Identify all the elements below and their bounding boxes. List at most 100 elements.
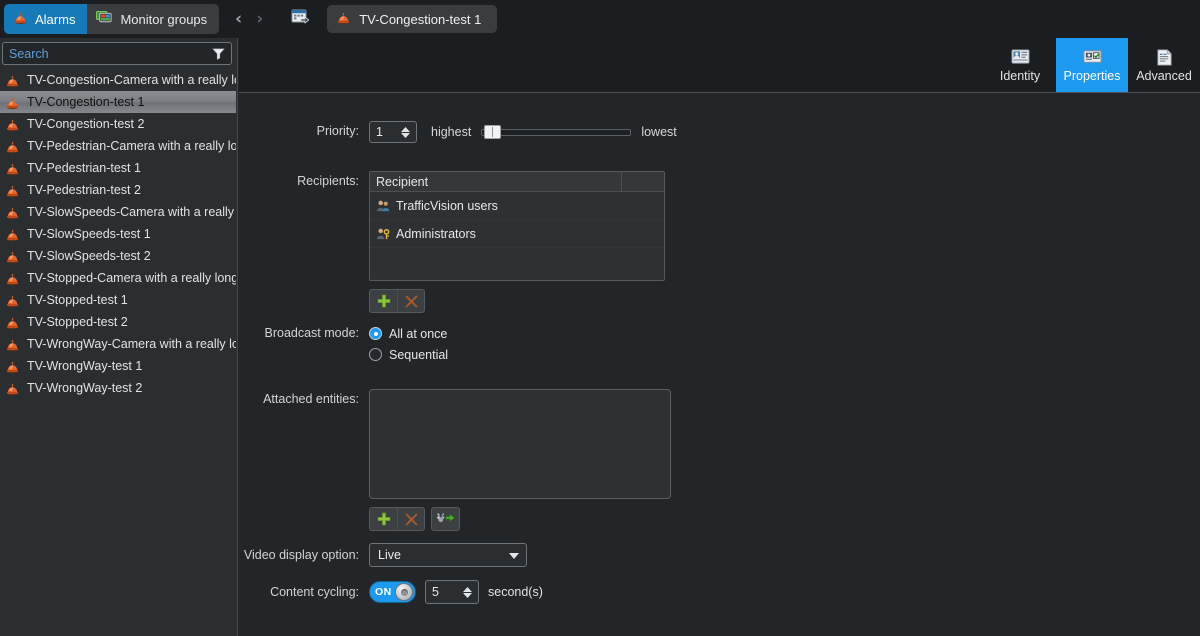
- filter-funnel-icon[interactable]: [210, 47, 231, 60]
- alarm-siren-icon: [5, 381, 20, 396]
- alarm-list-item[interactable]: TV-SlowSpeeds-test 2: [0, 245, 236, 267]
- seconds-spinner-arrows[interactable]: [463, 586, 478, 598]
- add-entity-button[interactable]: [370, 508, 397, 530]
- tab-properties[interactable]: Properties: [1056, 38, 1128, 92]
- alarm-list-item[interactable]: TV-WrongWay-test 2: [0, 377, 236, 399]
- alarm-list[interactable]: TV-Congestion-Camera with a really long T…: [0, 69, 236, 636]
- priority-slider-handle[interactable]: [484, 125, 502, 139]
- priority-lowest-label: lowest: [641, 125, 677, 139]
- advanced-document-icon: [1156, 47, 1173, 67]
- remove-recipient-button[interactable]: [397, 290, 424, 312]
- priority-value[interactable]: 1: [370, 125, 401, 139]
- configure-entity-button[interactable]: [432, 508, 459, 530]
- tab-advanced-label: Advanced: [1136, 69, 1192, 83]
- alarm-list-item[interactable]: TV-Pedestrian-Camera with a really long: [0, 135, 236, 157]
- broadcast-mode-label: Broadcast mode:: [264, 326, 360, 340]
- monitor-group-icon: [96, 10, 113, 28]
- alarm-list-item[interactable]: TV-Pedestrian-test 2: [0, 179, 236, 201]
- content-cycling-row: Content cycling: ON 5 second(s): [239, 580, 1200, 604]
- task-alarms[interactable]: Alarms: [4, 4, 88, 34]
- tab-properties-label: Properties: [1063, 69, 1121, 83]
- alarm-siren-icon: [5, 227, 20, 242]
- content-cycling-toggle[interactable]: ON: [369, 581, 416, 603]
- content-cycling-seconds-spinner[interactable]: 5: [425, 580, 479, 604]
- alarm-list-item[interactable]: TV-Congestion-Camera with a really long: [0, 69, 236, 91]
- calendar-import-icon[interactable]: [291, 8, 310, 30]
- add-recipient-button[interactable]: [370, 290, 397, 312]
- toggle-knob[interactable]: [395, 583, 413, 601]
- alarm-siren-icon: [13, 10, 28, 28]
- alarm-list-item[interactable]: TV-WrongWay-Camera with a really long: [0, 333, 236, 355]
- alarm-list-item-label: TV-Pedestrian-Camera with a really long: [27, 139, 236, 153]
- recipient-row[interactable]: Administrators: [370, 220, 664, 248]
- alarm-siren-icon: [5, 95, 20, 110]
- task-monitor-groups[interactable]: Monitor groups: [87, 4, 220, 34]
- priority-spinner-arrows[interactable]: [401, 126, 416, 138]
- plus-icon: [377, 294, 390, 308]
- recipients-label: Recipients:: [297, 174, 359, 188]
- document-tab-label: TV-Congestion-test 1: [359, 11, 482, 27]
- recipient-name: Administrators: [396, 226, 476, 241]
- remove-entity-button[interactable]: [397, 508, 424, 530]
- recipients-column-recipient[interactable]: Recipient: [370, 172, 622, 191]
- priority-slider-track[interactable]: [481, 129, 632, 136]
- spinner-down-icon: [401, 132, 410, 138]
- priority-slider[interactable]: [481, 125, 632, 139]
- recipients-column-extra[interactable]: [622, 172, 664, 191]
- broadcast-option-sequential-label: Sequential: [389, 347, 449, 362]
- video-display-option-select[interactable]: Live: [369, 543, 527, 567]
- alarm-siren-icon: [5, 271, 20, 286]
- alarm-list-item-label: TV-WrongWay-Camera with a really long: [27, 337, 236, 351]
- alarm-list-item[interactable]: TV-WrongWay-test 1: [0, 355, 236, 377]
- radio-all-at-once-icon[interactable]: [369, 327, 382, 340]
- broadcast-mode-options: All at once Sequential: [369, 323, 448, 365]
- attached-entities-listbox[interactable]: [369, 389, 671, 499]
- radio-sequential-icon[interactable]: [369, 348, 382, 361]
- video-display-option-row: Video display option: Live: [239, 543, 1200, 567]
- back-arrow-icon[interactable]: ‹: [235, 10, 242, 28]
- properties-tabstrip: Identity Properties Advanced: [239, 38, 1200, 93]
- alarm-list-item[interactable]: TV-Stopped-test 1: [0, 289, 236, 311]
- alarm-list-item[interactable]: TV-Stopped-test 2: [0, 311, 236, 333]
- sidebar: TV-Congestion-Camera with a really long T…: [0, 38, 238, 636]
- search-box[interactable]: [2, 42, 232, 65]
- alarm-list-item[interactable]: TV-Congestion-test 1: [0, 91, 236, 113]
- broadcast-option-sequential[interactable]: Sequential: [369, 344, 448, 365]
- properties-checklist-icon: [1083, 47, 1102, 67]
- content-cycling-toggle-state: ON: [375, 586, 392, 598]
- recipient-row[interactable]: TrafficVision users: [370, 192, 664, 220]
- alarm-list-item[interactable]: TV-Stopped-Camera with a really long ca: [0, 267, 236, 289]
- video-display-option-label: Video display option:: [243, 548, 359, 562]
- content-cycling-seconds-value[interactable]: 5: [426, 585, 463, 599]
- broadcast-option-all-at-once[interactable]: All at once: [369, 323, 448, 344]
- alarm-list-item-label: TV-Pedestrian-test 1: [27, 161, 141, 175]
- identity-card-icon: [1011, 47, 1030, 67]
- priority-spinner[interactable]: 1: [369, 121, 417, 143]
- alarm-list-item[interactable]: TV-Congestion-test 2: [0, 113, 236, 135]
- alarm-siren-icon: [5, 205, 20, 220]
- alarm-list-item-label: TV-WrongWay-test 2: [27, 381, 143, 395]
- priority-row: Priority: 1 highest lowest: [239, 121, 1200, 143]
- main-panel: Identity Properties Advanced Priority: 1…: [239, 38, 1200, 636]
- alarm-list-item[interactable]: TV-SlowSpeeds-test 1: [0, 223, 236, 245]
- task-switcher: Alarms Monitor groups: [4, 4, 220, 34]
- recipients-grid[interactable]: Recipient TrafficVision users Administrat…: [369, 171, 665, 281]
- cross-icon: [404, 294, 418, 308]
- properties-form: Priority: 1 highest lowest Recipients: R…: [239, 93, 1200, 604]
- alarm-siren-icon: [5, 249, 20, 264]
- alarm-list-item[interactable]: TV-Pedestrian-test 1: [0, 157, 236, 179]
- spinner-down-icon: [463, 592, 472, 598]
- video-display-option-value: Live: [378, 548, 401, 562]
- tab-advanced[interactable]: Advanced: [1128, 38, 1200, 92]
- recipients-buttons: [369, 289, 665, 313]
- forward-arrow-icon[interactable]: ›: [256, 10, 263, 28]
- alarm-list-item-label: TV-SlowSpeeds-Camera with a really lon: [27, 205, 236, 219]
- document-tab-congestion-test-1[interactable]: TV-Congestion-test 1: [327, 5, 498, 33]
- alarm-list-item[interactable]: TV-SlowSpeeds-Camera with a really lon: [0, 201, 236, 223]
- content-cycling-label: Content cycling:: [270, 585, 359, 599]
- alarm-siren-icon: [5, 161, 20, 176]
- tab-identity[interactable]: Identity: [984, 38, 1056, 92]
- chevron-down-icon[interactable]: [509, 548, 519, 562]
- search-input[interactable]: [3, 43, 210, 64]
- attached-entities-row: Attached entities:: [239, 389, 1200, 531]
